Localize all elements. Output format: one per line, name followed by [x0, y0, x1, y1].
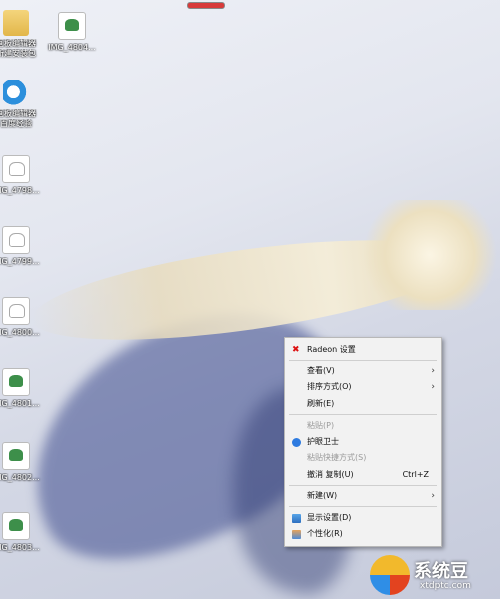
desktop-icon-folder[interactable]: 画板编辑器 新建安装包: [0, 10, 46, 59]
image-icon: [2, 297, 30, 325]
menu-item-label: Radeon 设置: [307, 345, 356, 354]
menu-separator: [289, 506, 437, 507]
menu-separator: [289, 360, 437, 361]
desktop-icon-img-4801[interactable]: IMG_4801...: [0, 368, 46, 409]
desktop-icon-label: 新建安装包: [0, 49, 36, 58]
menu-item-view[interactable]: 查看(V) ›: [285, 363, 441, 379]
desktop-icon-img-4798[interactable]: IMG_4798...: [0, 155, 46, 196]
desktop-icon-label: IMG_4800...: [0, 328, 40, 337]
menu-item-label: 排序方式(O): [307, 382, 352, 391]
menu-item-label: 撤消 复制(U): [307, 470, 354, 479]
watermark-logo-icon: [370, 555, 410, 595]
personalize-icon: [292, 530, 301, 539]
eye-guard-icon: [292, 438, 301, 447]
chevron-right-icon: ›: [431, 491, 435, 501]
menu-item-sort-by[interactable]: 排序方式(O) ›: [285, 379, 441, 395]
desktop-icon-browser[interactable]: 画板编辑器 百度经验: [0, 80, 46, 129]
desktop-icon-img-4799[interactable]: IMG_4799...: [0, 226, 46, 267]
desktop-icon-label: IMG_4803...: [0, 543, 40, 552]
site-watermark: 系统豆 xtdptc.com: [370, 555, 500, 599]
top-scroll-indicator: [187, 2, 225, 9]
desktop-context-menu: ✖ Radeon 设置 查看(V) › 排序方式(O) › 刷新(E) 粘贴(P…: [284, 337, 442, 547]
image-icon: [2, 226, 30, 254]
menu-separator: [289, 414, 437, 415]
desktop-icon-label: IMG_4804...: [48, 43, 96, 52]
desktop-icon-img-4800[interactable]: IMG_4800...: [0, 297, 46, 338]
image-icon: [2, 368, 30, 396]
menu-item-refresh[interactable]: 刷新(E): [285, 396, 441, 412]
display-settings-icon: [292, 514, 301, 523]
menu-item-paste[interactable]: 粘贴(P): [285, 418, 441, 434]
folder-icon: [3, 10, 29, 36]
desktop-icon-img-4803[interactable]: IMG_4803...: [0, 512, 46, 553]
desktop-icon-img-4804[interactable]: IMG_4804...: [42, 12, 102, 53]
desktop-icon-label: IMG_4802...: [0, 473, 40, 482]
menu-item-label: 个性化(R): [307, 529, 343, 538]
wallpaper-feather-fluff: [360, 200, 500, 310]
menu-item-undo-copy[interactable]: 撤消 复制(U) Ctrl+Z: [285, 467, 441, 483]
radeon-icon: ✖: [292, 345, 300, 355]
desktop-icon-label: 画板编辑器: [0, 109, 36, 118]
menu-item-label: 刷新(E): [307, 399, 335, 408]
image-icon: [2, 442, 30, 470]
menu-item-label: 护眼卫士: [307, 437, 339, 446]
menu-separator: [289, 485, 437, 486]
image-icon: [2, 155, 30, 183]
desktop-icon-img-4802[interactable]: IMG_4802...: [0, 442, 46, 483]
menu-item-label: 显示设置(D): [307, 513, 352, 522]
menu-item-paste-shortcut[interactable]: 粘贴快捷方式(S): [285, 450, 441, 466]
chevron-right-icon: ›: [431, 382, 435, 392]
watermark-title: 系统豆: [414, 561, 468, 582]
menu-item-label: 查看(V): [307, 366, 335, 375]
menu-item-new[interactable]: 新建(W) ›: [285, 488, 441, 504]
desktop-icon-label: 画板编辑器: [0, 39, 36, 48]
menu-item-eye-guard[interactable]: 护眼卫士: [285, 434, 441, 450]
browser-icon: [3, 80, 29, 106]
menu-item-personalize[interactable]: 个性化(R): [285, 526, 441, 542]
image-icon: [2, 512, 30, 540]
desktop-icon-label: IMG_4801...: [0, 399, 40, 408]
chevron-right-icon: ›: [431, 366, 435, 376]
desktop-icon-label: IMG_4798...: [0, 186, 40, 195]
shortcut-label: Ctrl+Z: [402, 470, 429, 479]
menu-item-label: 粘贴(P): [307, 421, 335, 430]
menu-item-radeon-settings[interactable]: ✖ Radeon 设置: [285, 342, 441, 358]
desktop-icon-label: 百度经验: [0, 119, 32, 128]
menu-item-label: 新建(W): [307, 491, 338, 500]
image-icon: [58, 12, 86, 40]
menu-item-label: 粘贴快捷方式(S): [307, 453, 367, 462]
menu-item-display-settings[interactable]: 显示设置(D): [285, 510, 441, 526]
desktop-icon-label: IMG_4799...: [0, 257, 40, 266]
watermark-subtitle: xtdptc.com: [420, 581, 471, 591]
